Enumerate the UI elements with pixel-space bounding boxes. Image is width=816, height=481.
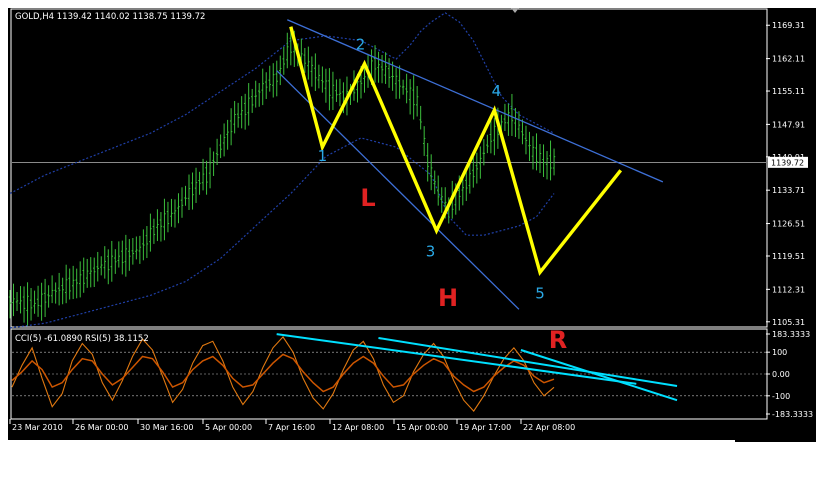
price-tick-label: 1155.11 xyxy=(772,87,805,96)
date-tick-label: 30 Mar 16:00 xyxy=(140,423,193,432)
pattern-annotation-letter: H xyxy=(438,284,458,312)
price-tick-label: 1147.91 xyxy=(772,120,805,129)
price-tick-label: 1112.31 xyxy=(772,285,805,294)
date-tick-label: 15 Apr 00:00 xyxy=(396,423,448,432)
price-tick-label: 1162.11 xyxy=(772,55,805,64)
pattern-point-label: 1 xyxy=(318,147,328,165)
indicator-tick-label: -100 xyxy=(772,392,790,401)
pattern-annotation-letter: L xyxy=(360,184,375,212)
price-tick-label: 1119.51 xyxy=(772,252,805,261)
indicator-tick-label: 183.3333 xyxy=(772,330,810,339)
pattern-point-label: 5 xyxy=(535,284,545,302)
date-tick-label: 7 Apr 16:00 xyxy=(268,423,315,432)
current-price-label: 1139.72 xyxy=(771,158,804,167)
indicator-tick-label: -183.3333 xyxy=(772,410,813,419)
date-tick-label: 5 Apr 00:00 xyxy=(205,423,252,432)
price-tick-label: 1126.51 xyxy=(772,220,805,229)
date-tick-label: 22 Apr 08:00 xyxy=(523,423,575,432)
indicator-tick-label: 0.00 xyxy=(772,370,790,379)
pattern-point-label: 2 xyxy=(356,36,366,54)
symbol-header: GOLD,H4 1139.42 1140.02 1138.75 1139.72 xyxy=(15,12,205,22)
date-tick-label: 19 Apr 17:00 xyxy=(459,423,511,432)
indicator-tick-label: 100 xyxy=(772,348,787,357)
date-tick-label: 23 Mar 2010 xyxy=(12,423,63,432)
price-tick-label: 1133.71 xyxy=(772,186,805,195)
pattern-annotation-letter: R xyxy=(549,326,567,354)
pattern-point-label: 3 xyxy=(426,243,436,261)
chart-terminal: 1169.311162.111155.111147.911140.911133.… xyxy=(0,0,816,481)
pattern-point-label: 4 xyxy=(492,82,502,100)
status-strip xyxy=(735,439,816,442)
chart-canvas: 1169.311162.111155.111147.911140.911133.… xyxy=(0,0,816,481)
price-tick-label: 1105.31 xyxy=(772,318,805,327)
date-tick-label: 26 Mar 00:00 xyxy=(75,423,128,432)
indicator-title: CCI(5) -61.0890 RSI(5) 38.1152 xyxy=(15,334,149,344)
price-tick-label: 1169.31 xyxy=(772,21,805,30)
date-tick-label: 12 Apr 08:00 xyxy=(332,423,384,432)
